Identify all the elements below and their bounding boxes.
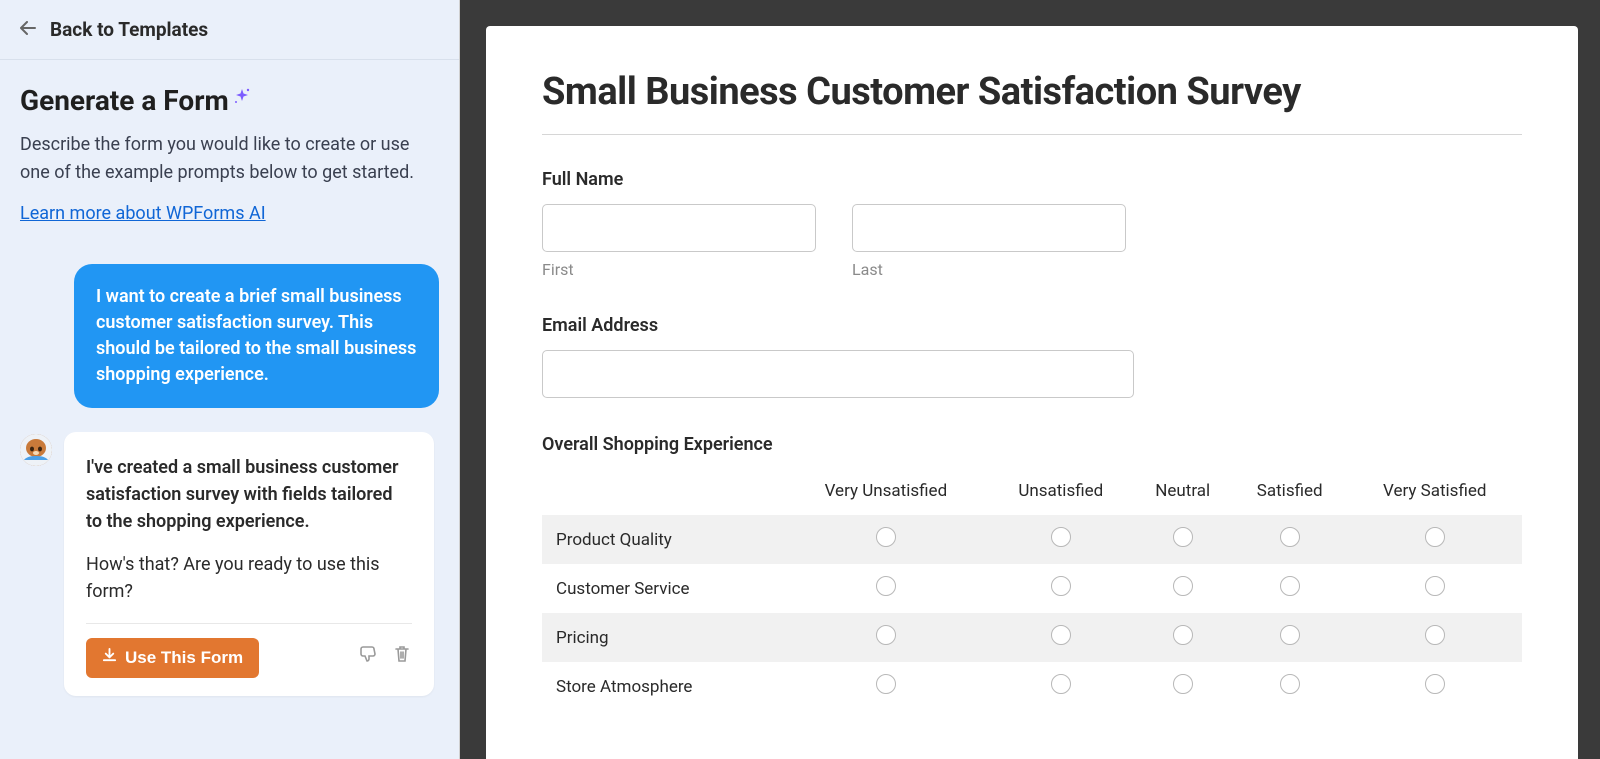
radio-option[interactable] xyxy=(1173,674,1193,694)
ai-message-row: I've created a small business customer s… xyxy=(20,432,439,696)
matrix-row: Product Quality xyxy=(542,515,1522,564)
download-icon xyxy=(102,648,117,668)
radio-option[interactable] xyxy=(876,527,896,547)
use-button-label: Use This Form xyxy=(125,648,243,668)
radio-option[interactable] xyxy=(1051,674,1071,694)
last-name-sublabel: Last xyxy=(852,260,1126,279)
matrix-row: Customer Service xyxy=(542,564,1522,613)
matrix-row: Store Atmosphere xyxy=(542,662,1522,711)
matrix-row-label: Pricing xyxy=(542,613,784,662)
matrix-row: Pricing xyxy=(542,613,1522,662)
email-input[interactable] xyxy=(542,350,1134,398)
feedback-icons xyxy=(358,644,412,672)
likert-matrix: Very Unsatisfied Unsatisfied Neutral Sat… xyxy=(542,471,1522,711)
radio-option[interactable] xyxy=(876,625,896,645)
user-message: I want to create a brief small business … xyxy=(74,264,439,408)
sidebar-header: Generate a Form Describe the form you wo… xyxy=(0,60,459,242)
matrix-col-header: Satisfied xyxy=(1232,471,1348,515)
email-section: Email Address xyxy=(542,315,1522,398)
chat-area: I want to create a brief small business … xyxy=(0,242,459,759)
radio-option[interactable] xyxy=(1280,576,1300,596)
avatar xyxy=(20,434,52,466)
radio-option[interactable] xyxy=(1173,576,1193,596)
first-name-sublabel: First xyxy=(542,260,816,279)
matrix-section: Overall Shopping Experience Very Unsatis… xyxy=(542,434,1522,711)
matrix-label: Overall Shopping Experience xyxy=(542,434,1522,455)
last-name-input[interactable] xyxy=(852,204,1126,252)
first-name-col: First xyxy=(542,204,816,279)
title-divider xyxy=(542,134,1522,135)
matrix-row-label: Store Atmosphere xyxy=(542,662,784,711)
radio-option[interactable] xyxy=(1425,576,1445,596)
email-label: Email Address xyxy=(542,315,1522,336)
radio-option[interactable] xyxy=(1280,674,1300,694)
radio-option[interactable] xyxy=(1425,625,1445,645)
radio-option[interactable] xyxy=(876,576,896,596)
trash-icon[interactable] xyxy=(392,644,412,672)
radio-option[interactable] xyxy=(1051,576,1071,596)
ai-message: I've created a small business customer s… xyxy=(64,432,434,696)
matrix-col-header: Neutral xyxy=(1134,471,1232,515)
generate-form-description: Describe the form you would like to crea… xyxy=(20,131,439,187)
form-title: Small Business Customer Satisfaction Sur… xyxy=(542,70,1522,114)
radio-option[interactable] xyxy=(1051,527,1071,547)
back-label: Back to Templates xyxy=(50,18,208,41)
divider xyxy=(86,623,412,624)
name-row: First Last xyxy=(542,204,1522,279)
radio-option[interactable] xyxy=(876,674,896,694)
radio-option[interactable] xyxy=(1173,625,1193,645)
radio-option[interactable] xyxy=(1425,527,1445,547)
back-to-templates-link[interactable]: Back to Templates xyxy=(0,0,459,60)
use-this-form-button[interactable]: Use This Form xyxy=(86,638,259,678)
generate-form-title: Generate a Form xyxy=(20,84,439,117)
generate-form-title-text: Generate a Form xyxy=(20,84,229,117)
first-name-input[interactable] xyxy=(542,204,816,252)
ai-actions: Use This Form xyxy=(86,638,412,678)
matrix-col-header: Unsatisfied xyxy=(988,471,1133,515)
form-preview-panel: Small Business Customer Satisfaction Sur… xyxy=(486,26,1578,759)
ai-followup-text: How's that? Are you ready to use this fo… xyxy=(86,551,412,605)
arrow-left-icon xyxy=(20,20,36,40)
radio-option[interactable] xyxy=(1280,527,1300,547)
thumbs-down-icon[interactable] xyxy=(358,644,378,672)
radio-option[interactable] xyxy=(1051,625,1071,645)
ai-response-text: I've created a small business customer s… xyxy=(86,454,412,535)
radio-option[interactable] xyxy=(1425,674,1445,694)
matrix-row-label: Product Quality xyxy=(542,515,784,564)
form-preview-wrapper: Small Business Customer Satisfaction Sur… xyxy=(460,0,1600,759)
full-name-label: Full Name xyxy=(542,169,1522,190)
radio-option[interactable] xyxy=(1280,625,1300,645)
radio-option[interactable] xyxy=(1173,527,1193,547)
matrix-col-header: Very Unsatisfied xyxy=(784,471,988,515)
sidebar: Back to Templates Generate a Form Descri… xyxy=(0,0,460,759)
matrix-row-label: Customer Service xyxy=(542,564,784,613)
sparkle-icon xyxy=(232,81,252,114)
matrix-col-header: Very Satisfied xyxy=(1347,471,1522,515)
last-name-col: Last xyxy=(852,204,1126,279)
learn-more-link[interactable]: Learn more about WPForms AI xyxy=(20,203,266,224)
